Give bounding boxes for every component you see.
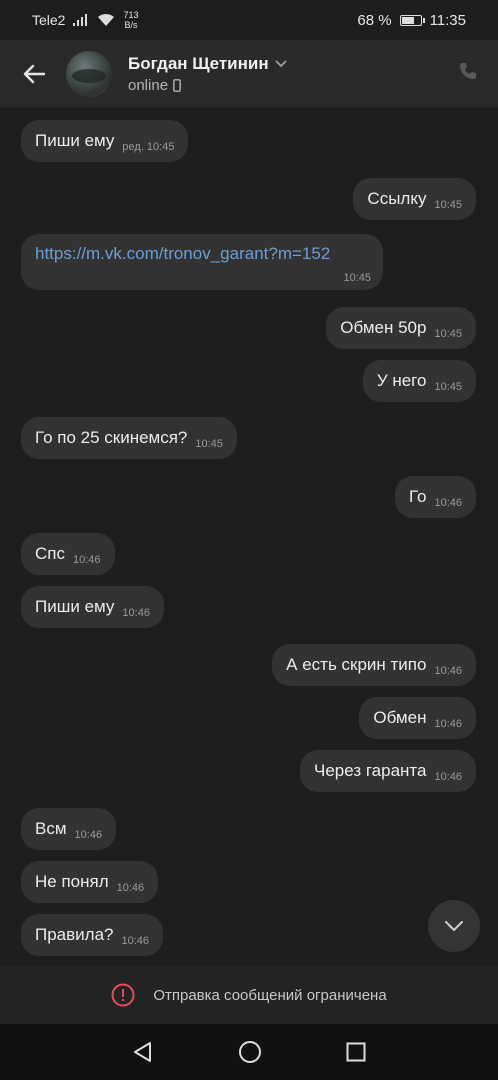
nav-back-icon[interactable] (132, 1041, 154, 1063)
message-time: 10:45 (434, 328, 462, 340)
clock: 11:35 (429, 11, 466, 29)
arrow-left-icon (23, 64, 45, 83)
message-text: Пиши ему (35, 131, 115, 150)
message-link[interactable]: https://m.vk.com/tronov_garant?m=152 (35, 244, 369, 264)
message-time: 10:46 (434, 665, 462, 677)
message-bubble[interactable]: Спс 10:46 (21, 533, 115, 575)
message-time: 10:45 (343, 272, 371, 284)
network-speed: 713 B/s (123, 10, 139, 30)
message-time: 10:46 (122, 607, 150, 619)
message-time: 10:45 (434, 199, 462, 211)
message-text: Через гаранта (314, 761, 427, 780)
wifi-icon (98, 13, 115, 26)
message-text: Обмен (373, 708, 427, 727)
message-bubble[interactable]: У него 10:45 (362, 360, 476, 402)
message-text: Обмен 50р (340, 318, 427, 337)
message-text: У него (376, 371, 427, 390)
restriction-banner: Отправка сообщений ограничена (0, 966, 498, 1024)
call-button[interactable] (458, 61, 478, 86)
message-time: 10:45 (195, 438, 223, 450)
chevron-down-icon (274, 59, 287, 67)
nav-home-icon[interactable] (238, 1040, 262, 1064)
message-time: 10:46 (74, 829, 103, 841)
avatar[interactable] (66, 50, 112, 97)
system-nav-bar (0, 1024, 498, 1080)
message-text: Ссылку (367, 189, 427, 208)
message-text: Го по 25 скинемся? (35, 428, 188, 447)
message-time: 10:45 (434, 381, 462, 393)
message-text: Всм (35, 819, 67, 838)
message-bubble[interactable]: Обмен 10:46 (359, 697, 476, 739)
message-time: 10:46 (121, 935, 150, 947)
nav-recents-icon[interactable] (346, 1042, 366, 1062)
message-bubble[interactable]: Правила? 10:46 (21, 914, 164, 956)
message-bubble[interactable]: Через гаранта 10:46 (300, 750, 476, 792)
message-time: ред. 10:45 (122, 141, 175, 153)
message-time: 10:46 (116, 882, 145, 894)
message-time: 10:46 (434, 497, 462, 509)
message-text: Го (408, 487, 427, 506)
warning-icon (111, 983, 135, 1007)
carrier-label: Tele2 (32, 12, 66, 28)
message-bubble[interactable]: Го 10:46 (394, 476, 476, 518)
phone-icon (460, 63, 476, 79)
message-time: 10:46 (72, 554, 101, 566)
scroll-down-button[interactable] (428, 900, 480, 952)
message-text: А есть скрин типо (286, 655, 427, 674)
contact-name: Богдан Щетинин (128, 53, 269, 73)
message-bubble[interactable]: Обмен 50р 10:45 (326, 307, 476, 349)
message-time: 10:46 (434, 771, 462, 783)
message-text: Пиши ему (35, 597, 115, 616)
message-bubble[interactable]: Пиши ему ред. 10:45 (21, 120, 189, 162)
back-button[interactable] (22, 62, 46, 86)
battery-percent: 68 % (357, 11, 392, 29)
message-text: Не понял (35, 872, 109, 891)
message-bubble[interactable]: Всм 10:46 (21, 808, 117, 850)
chat-header: Богдан Щетинин online (0, 40, 498, 108)
message-bubble[interactable]: Пиши ему 10:46 (21, 586, 164, 628)
message-time: 10:46 (434, 718, 462, 730)
message-text: Правила? (35, 925, 114, 944)
message-bubble[interactable]: Ссылку 10:45 (353, 178, 476, 220)
message-bubble[interactable]: Го по 25 скинемся? 10:45 (21, 417, 237, 459)
message-list[interactable]: Пиши ему ред. 10:45 Ссылку 10:45 https:/… (0, 108, 498, 966)
signal-icon (73, 14, 88, 26)
chevron-down-icon (445, 921, 463, 931)
contact-info[interactable]: Богдан Щетинин online (128, 54, 458, 94)
status-bar: Tele2 713 B/s 68 % 11:35 (0, 0, 498, 40)
battery-icon (399, 14, 425, 26)
message-bubble[interactable]: А есть скрин типо 10:46 (272, 644, 476, 686)
online-status: online (128, 76, 169, 94)
message-bubble-link[interactable]: https://m.vk.com/tronov_garant?m=152 10:… (21, 234, 383, 290)
message-bubble[interactable]: Не понял 10:46 (21, 861, 159, 903)
message-text: Спс (35, 544, 65, 563)
mobile-icon (173, 78, 181, 92)
restriction-text: Отправка сообщений ограничена (153, 986, 387, 1004)
